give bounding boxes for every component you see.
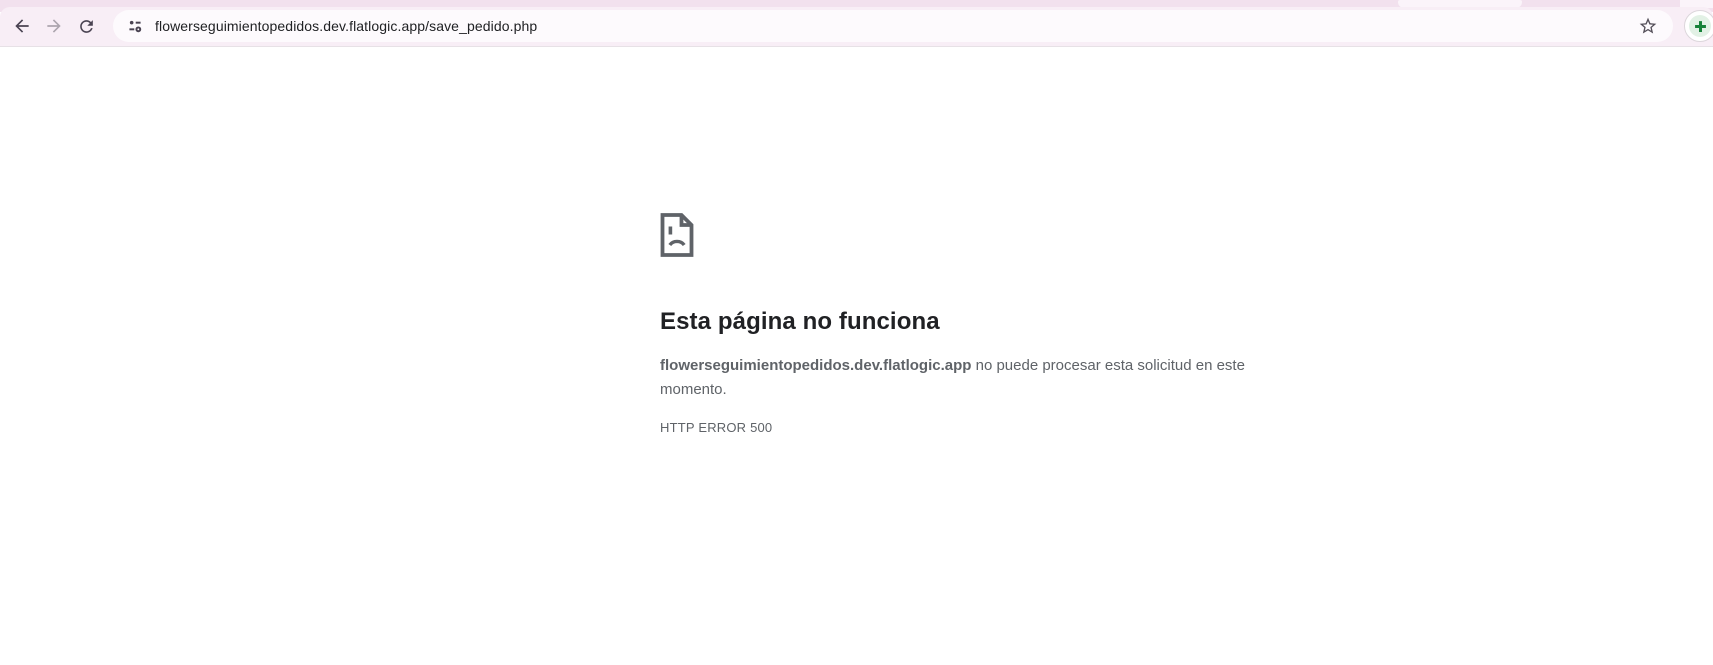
error-title: Esta página no funciona (660, 306, 1280, 337)
navigation-buttons (6, 10, 102, 42)
bookmark-star-icon[interactable] (1633, 11, 1663, 41)
error-message: flowerseguimientopedidos.dev.flatlogic.a… (660, 354, 1260, 402)
forward-button[interactable] (38, 10, 70, 42)
sad-page-icon (660, 213, 1280, 262)
error-host: flowerseguimientopedidos.dev.flatlogic.a… (660, 357, 971, 374)
green-plus-icon (1689, 15, 1711, 37)
site-info-tune-icon[interactable] (119, 12, 151, 40)
back-arrow-icon (12, 16, 32, 36)
error-block: Esta página no funciona flowerseguimient… (660, 213, 1280, 435)
reload-icon (77, 17, 96, 36)
back-button[interactable] (6, 10, 38, 42)
green-plus-button[interactable] (1684, 10, 1713, 42)
forward-arrow-icon (44, 16, 64, 36)
error-page: Esta página no funciona flowerseguimient… (0, 47, 1713, 665)
url-text[interactable]: flowerseguimientopedidos.dev.flatlogic.a… (155, 18, 1633, 34)
address-bar[interactable]: flowerseguimientopedidos.dev.flatlogic.a… (113, 10, 1673, 42)
reload-button[interactable] (70, 10, 102, 42)
error-code: HTTP ERROR 500 (660, 420, 1280, 435)
browser-toolbar: flowerseguimientopedidos.dev.flatlogic.a… (0, 7, 1713, 46)
